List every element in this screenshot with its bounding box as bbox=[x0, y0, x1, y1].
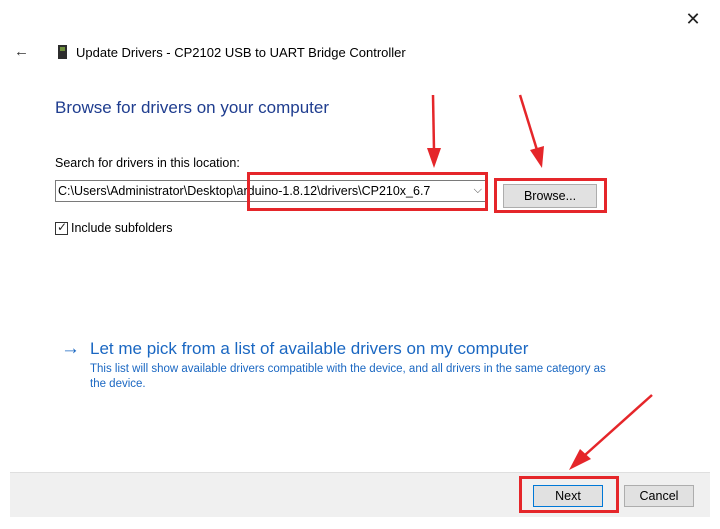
annotation-arrow-next bbox=[569, 394, 653, 470]
arrow-right-icon[interactable]: → bbox=[61, 338, 80, 360]
browse-highlight-box bbox=[494, 178, 607, 213]
annotation-arrow-browse bbox=[518, 94, 544, 168]
cancel-button[interactable]: Cancel bbox=[624, 485, 694, 507]
include-subfolders-checkbox[interactable]: ✓ bbox=[55, 220, 68, 235]
checkmark-icon: ✓ bbox=[57, 220, 68, 234]
back-arrow-icon[interactable]: ← bbox=[14, 44, 32, 60]
pick-from-list-link[interactable]: Let me pick from a list of available dri… bbox=[90, 339, 528, 359]
search-location-label: Search for drivers in this location: bbox=[55, 156, 240, 170]
pick-from-list-description: This list will show available drivers co… bbox=[90, 363, 606, 390]
page-heading: Browse for drivers on your computer bbox=[55, 98, 329, 117]
next-highlight-box bbox=[519, 476, 619, 513]
close-button[interactable]: ✕ bbox=[682, 8, 704, 30]
path-highlight-box bbox=[247, 172, 488, 211]
window-title: Update Drivers - CP2102 USB to UART Brid… bbox=[76, 45, 406, 60]
usb-device-icon bbox=[58, 45, 67, 59]
annotation-arrows bbox=[427, 94, 653, 470]
include-subfolders-label[interactable]: Include subfolders bbox=[71, 221, 172, 235]
annotation-arrow-path bbox=[427, 94, 441, 168]
